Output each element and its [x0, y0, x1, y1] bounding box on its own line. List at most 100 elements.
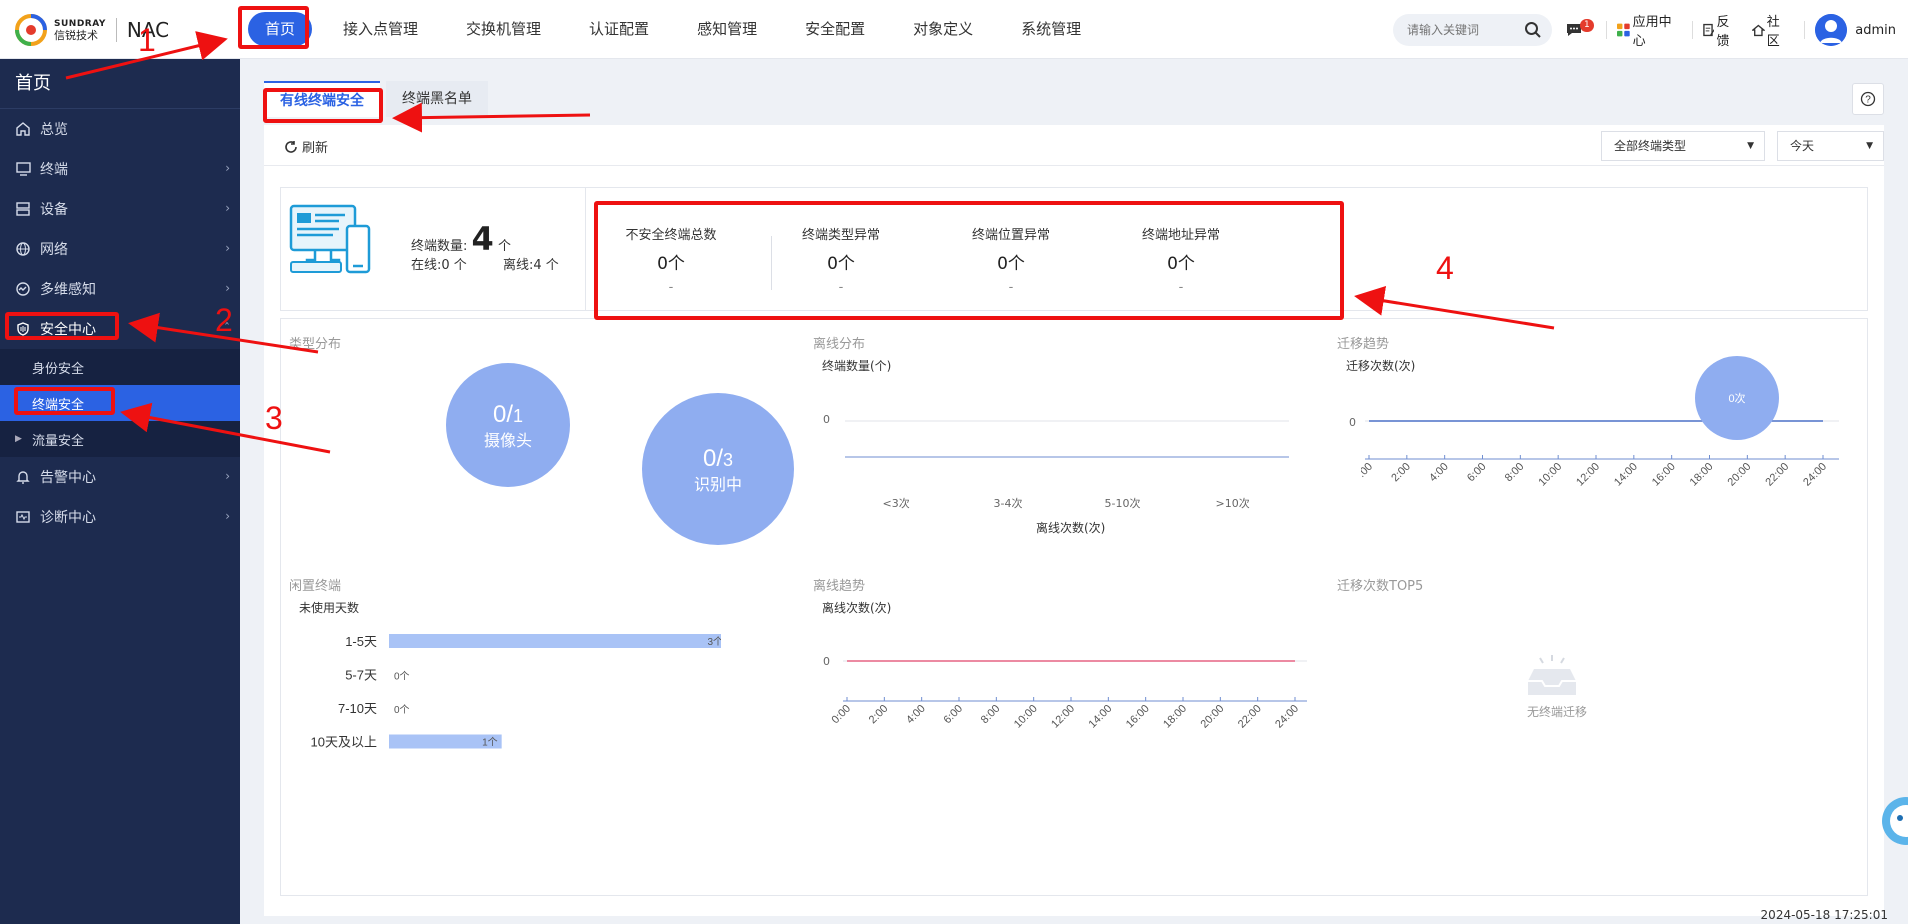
migration-bubble-label: 0次 [1728, 391, 1745, 405]
terminal-count-label: 终端数量: [411, 239, 468, 254]
sidebar-item-overview[interactable]: 总览 [0, 109, 240, 149]
svg-text:0/3: 0/3 [703, 445, 733, 472]
refresh-label: 刷新 [302, 141, 329, 156]
nav-security-config[interactable]: 安全配置 [788, 12, 882, 46]
shield-icon [17, 322, 29, 336]
feedback-button[interactable]: 反馈 [1702, 11, 1740, 49]
time-tick-label: 14:00 [1087, 703, 1115, 731]
idle-row-label: 5-7天 [345, 668, 377, 683]
caret-right-icon: ▶ [15, 434, 22, 444]
time-range-select[interactable]: 今天 ▼ [1777, 131, 1884, 161]
sidebar-item-diagnosis-center[interactable]: 诊断中心 › [0, 497, 240, 537]
stat-type-abnormal: 终端类型异常 0个 - [756, 224, 926, 295]
message-button[interactable]: 1 [1566, 19, 1594, 37]
sidebar-item-alert-center[interactable]: 告警中心 › [0, 457, 240, 497]
sidebar-submenu: 身份安全 终端安全 ▶ 流量安全 [0, 349, 240, 457]
user-menu[interactable]: admin [1815, 14, 1896, 46]
sidebar-item-terminal[interactable]: 终端 › [0, 149, 240, 189]
assistant-icon[interactable] [1880, 796, 1908, 846]
idle-bar-value: 3个 [707, 636, 721, 648]
sidebar-item-label: 安全中心 [40, 322, 96, 338]
nav-switch[interactable]: 交换机管理 [449, 12, 558, 46]
stat-unsafe-total: 不安全终端总数 0个 - [586, 224, 756, 295]
bubble-num: 0/ [493, 401, 513, 428]
nav-object-def[interactable]: 对象定义 [896, 12, 990, 46]
help-button[interactable]: ? [1852, 83, 1884, 115]
time-tick-label: 0:00 [829, 703, 853, 727]
server-icon [16, 202, 30, 216]
community-button[interactable]: 社区 [1752, 11, 1790, 49]
stat-value: 0个 [827, 254, 855, 274]
terminal-count-unit: 个 [497, 239, 511, 254]
sidebar-item-traffic-security[interactable]: ▶ 流量安全 [0, 421, 240, 457]
sidebar-item-identity-security[interactable]: 身份安全 [0, 349, 240, 385]
sidebar-item-network[interactable]: 网络 › [0, 229, 240, 269]
empty-inbox-icon [1528, 655, 1576, 695]
time-tick-label: 24:00 [1801, 461, 1829, 489]
sidebar-item-label: 流量安全 [32, 433, 85, 449]
brand-cn: 信锐技术 [54, 29, 98, 42]
community-label: 社区 [1766, 15, 1780, 49]
tab-bar: 有线终端安全 终端黑名单 ? [264, 81, 1884, 117]
sidebar-item-terminal-security[interactable]: 终端安全 [0, 385, 240, 421]
search-icon[interactable] [1524, 21, 1542, 39]
refresh-icon [285, 140, 297, 153]
idle-row-label: 10天及以上 [311, 735, 377, 750]
idle-title: 闲置终端 [289, 579, 342, 594]
search-input[interactable] [1407, 23, 1517, 37]
user-name: admin [1855, 22, 1896, 38]
nav-access-point[interactable]: 接入点管理 [326, 12, 435, 46]
time-tick-label: 6:00 [941, 703, 965, 727]
idle-bar-value: 0个 [394, 671, 410, 683]
sidebar-title: 首页 [0, 59, 240, 109]
gauge-icon [16, 282, 30, 296]
stat-sub: - [838, 280, 844, 295]
top-bar: SUNDRAY 信锐技术 NAC 首页 接入点管理 交换机管理 认证配置 感知管… [0, 0, 1908, 59]
offline-dist-xtick: >10次 [1215, 497, 1250, 510]
nav-perception[interactable]: 感知管理 [680, 12, 774, 46]
offline-count: 离线:4 个 [503, 258, 559, 273]
sidebar-item-label: 诊断中心 [40, 510, 96, 526]
migration-trend-chart: 0次 0:00 2:00 4:00 6:00 8:00 10:00 12:00 14:00 16… [1361, 356, 1839, 489]
time-tick-label: 22:00 [1236, 703, 1264, 731]
status-time: 2024-05-18 17:25:01 [1760, 908, 1888, 922]
nav-auth-config[interactable]: 认证配置 [572, 12, 666, 46]
time-tick-label: 20:00 [1726, 461, 1754, 489]
terminal-type-select[interactable]: 全部终端类型 ▼ [1601, 131, 1765, 161]
stat-value: 0个 [657, 254, 685, 274]
chevron-right-icon: › [225, 161, 230, 175]
sidebar-item-label: 设备 [40, 202, 68, 218]
time-tick-label: 4:00 [1427, 461, 1451, 485]
offline-dist-xlabel: 离线次数(次) [1036, 521, 1106, 535]
time-tick-label: 0:00 [1361, 461, 1375, 485]
nav-home[interactable]: 首页 [248, 12, 313, 46]
nav-system[interactable]: 系统管理 [1004, 12, 1098, 46]
app-grid-icon [1616, 23, 1630, 37]
refresh-button[interactable]: 刷新 [284, 137, 328, 156]
time-tick-label: 10:00 [1536, 461, 1564, 489]
toolbar: 刷新 全部终端类型 ▼ 今天 ▼ [264, 125, 1884, 166]
content-panel: 终端数量: 4 个 在线:0 个 离线:4 个 不安全终端总数 0个 - 终端类… [264, 166, 1884, 916]
time-tick-label: 8:00 [1503, 461, 1527, 485]
stat-sub: - [1178, 280, 1184, 295]
feedback-icon [1702, 23, 1715, 37]
bubble-den: 1 [513, 406, 523, 426]
sidebar-item-perception[interactable]: 多维感知 › [0, 269, 240, 309]
offline-dist-axes [845, 420, 1289, 458]
tab-terminal-blacklist[interactable]: 终端黑名单 [386, 81, 488, 117]
stat-label: 不安全终端总数 [625, 228, 717, 243]
offline-dist-title: 离线分布 [813, 337, 866, 352]
sidebar-item-device[interactable]: 设备 › [0, 189, 240, 229]
time-tick-label: 20:00 [1199, 703, 1227, 731]
idle-row-label: 7-10天 [338, 701, 377, 716]
stat-label: 终端地址异常 [1141, 228, 1220, 243]
bubble-den: 3 [723, 450, 733, 470]
offline-dist-xtick: 3-4次 [993, 497, 1023, 510]
terminal-count-value: 4 [471, 220, 494, 258]
sidebar-item-security-center[interactable]: 安全中心 ˆ [0, 309, 240, 349]
app-center-button[interactable]: 应用中心 [1616, 11, 1680, 49]
offline-trend-chart: 0:00 2:00 4:00 6:00 8:00 10:00 12:00 14:00 16:00… [829, 660, 1307, 731]
time-tick-label: 14:00 [1612, 461, 1640, 489]
stat-sub: - [668, 280, 674, 295]
tab-wired-terminal-security[interactable]: 有线终端安全 [264, 81, 380, 117]
